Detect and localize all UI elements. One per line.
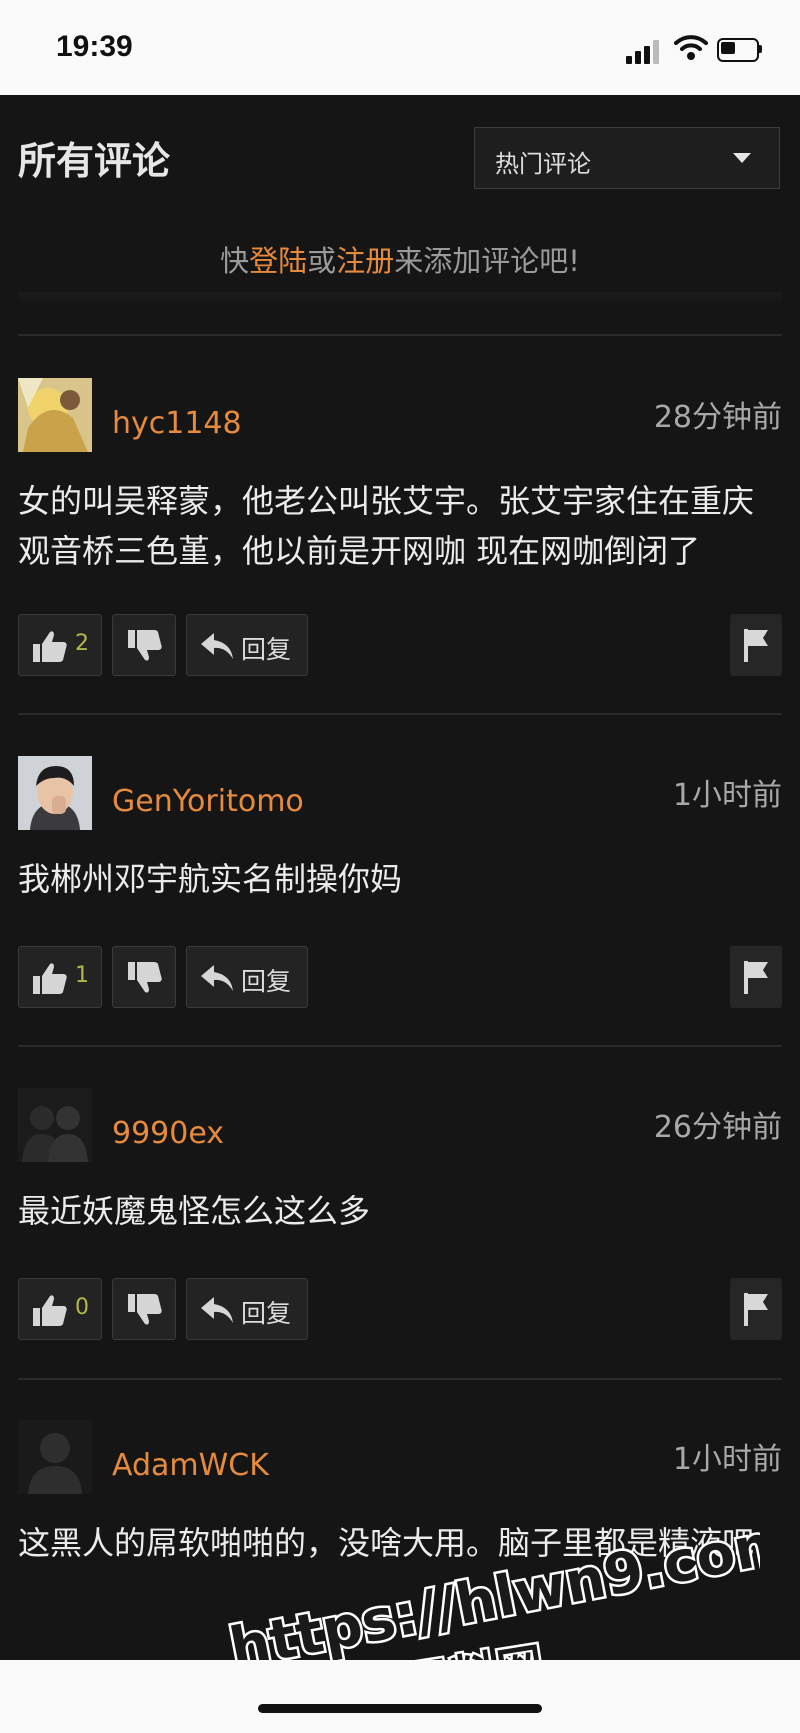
reply-arrow-icon — [201, 633, 233, 659]
thumbs-up-icon — [33, 963, 67, 994]
like-count: 1 — [75, 963, 89, 988]
thumbs-up-icon — [33, 1295, 67, 1326]
dislike-button[interactable] — [112, 946, 176, 1008]
thumbs-up-icon — [33, 631, 67, 662]
reply-arrow-icon — [201, 965, 233, 991]
comment-username[interactable]: GenYoritomo — [112, 784, 304, 819]
prompt-suffix: 来添加评论吧! — [394, 244, 580, 278]
comment-text: 最近妖魔鬼怪怎么这么多 — [18, 1192, 371, 1230]
comment-text: 我郴州邓宇航实名制操你妈 — [18, 860, 403, 898]
sort-selected-label: 热门评论 — [495, 150, 591, 178]
home-bar-area — [0, 1660, 800, 1733]
reply-button[interactable]: 回复 — [186, 1278, 308, 1340]
login-prompt: 快登陆或注册来添加评论吧! — [18, 238, 782, 280]
like-count: 0 — [75, 1295, 89, 1320]
divider — [18, 334, 782, 336]
sort-dropdown[interactable]: 热门评论 — [474, 127, 780, 189]
report-button[interactable] — [730, 946, 782, 1008]
thumbs-down-icon — [128, 630, 162, 661]
reply-button[interactable]: 回复 — [186, 614, 308, 676]
login-link[interactable]: 登陆 — [249, 244, 307, 278]
dislike-button[interactable] — [112, 1278, 176, 1340]
comment-username[interactable]: AdamWCK — [112, 1448, 269, 1483]
reply-arrow-icon — [201, 1297, 233, 1323]
home-indicator[interactable] — [258, 1704, 542, 1713]
like-button[interactable]: 0 — [18, 1278, 102, 1340]
comment-time: 1小时前 — [672, 778, 782, 813]
comment-text: 女的叫吴释蒙，他老公叫张艾宇。张艾宇家住在重庆观音桥三色堇，他以前是开网咖 现在… — [18, 482, 755, 570]
avatar[interactable] — [18, 1420, 92, 1494]
status-bar: 19:39 — [0, 0, 800, 95]
like-button[interactable]: 1 — [18, 946, 102, 1008]
flag-icon — [744, 1293, 768, 1326]
avatar[interactable] — [18, 378, 92, 452]
comment-time: 26分钟前 — [653, 1110, 782, 1145]
battery-icon — [717, 38, 763, 62]
flag-icon — [744, 961, 768, 994]
divider — [18, 1045, 782, 1047]
report-button[interactable] — [730, 614, 782, 676]
register-link[interactable]: 注册 — [336, 244, 394, 278]
comment-time: 1小时前 — [672, 1442, 782, 1477]
chevron-down-icon — [733, 153, 751, 163]
report-button[interactable] — [730, 1278, 782, 1340]
reply-label: 回复 — [241, 1299, 292, 1328]
cellular-signal-icon — [626, 38, 664, 64]
divider — [18, 1378, 782, 1380]
divider — [18, 713, 782, 715]
thumbs-down-icon — [128, 962, 162, 993]
prompt-shadow — [18, 292, 782, 304]
comment-username[interactable]: hyc1148 — [112, 406, 242, 441]
flag-icon — [744, 629, 768, 662]
reply-label: 回复 — [241, 967, 292, 996]
page-title: 所有评论 — [18, 139, 171, 183]
like-button[interactable]: 2 — [18, 614, 102, 676]
wifi-icon — [674, 35, 708, 60]
avatar[interactable] — [18, 1088, 92, 1162]
prompt-or: 或 — [307, 244, 337, 278]
reply-label: 回复 — [241, 635, 292, 664]
status-time: 19:39 — [56, 30, 133, 63]
avatar[interactable] — [18, 756, 92, 830]
prompt-prefix: 快 — [220, 244, 250, 278]
comment-time: 28分钟前 — [653, 400, 782, 435]
like-count: 2 — [75, 631, 89, 656]
dislike-button[interactable] — [112, 614, 176, 676]
reply-button[interactable]: 回复 — [186, 946, 308, 1008]
comment-username[interactable]: 9990ex — [112, 1116, 224, 1151]
thumbs-down-icon — [128, 1294, 162, 1325]
